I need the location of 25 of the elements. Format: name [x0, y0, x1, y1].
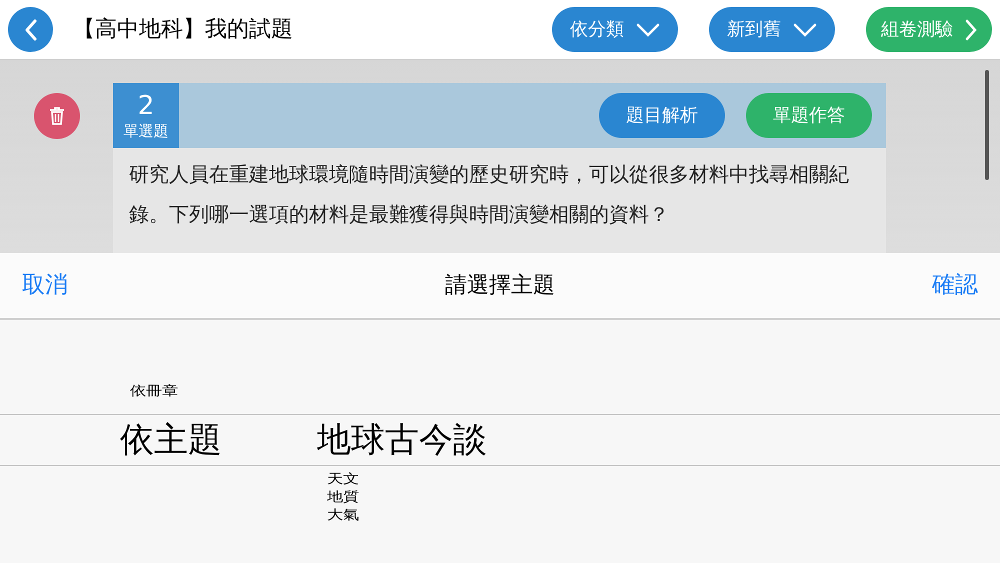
analysis-button[interactable]: 題目解析 [599, 93, 725, 138]
trash-icon [48, 107, 64, 125]
question-type: 單選題 [124, 120, 168, 140]
question-text: 研究人員在重建地球環境隨時間演變的歷史研究時，可以從很多材料中找尋相關紀錄。下列哪一選項的材料是最難獲得與時間演變相關的資料？ [129, 161, 850, 228]
cancel-button[interactable]: 取消 [22, 268, 68, 303]
question-number: 2 [138, 90, 154, 120]
picker-title: 請選擇主題 [444, 272, 556, 300]
picker-option[interactable]: 地球古今談 [317, 418, 487, 462]
picker-option[interactable]: 大氣 [327, 508, 359, 522]
sort-dropdown[interactable]: 依分類 [552, 7, 678, 52]
chevron-down-icon [636, 22, 660, 36]
back-button[interactable] [8, 7, 53, 52]
picker-option[interactable]: 天文 [327, 472, 359, 486]
picker-option[interactable]: 地質 [327, 490, 359, 504]
confirm-button[interactable]: 確認 [932, 268, 978, 303]
test-button[interactable]: 組卷測驗 [866, 7, 992, 52]
sort-dropdown[interactable]: 新到舊 [709, 7, 835, 52]
chevron-left-icon [22, 18, 38, 42]
chevron-down-icon [793, 22, 817, 36]
delete-button[interactable] [34, 93, 80, 139]
chevron-right-icon [965, 18, 977, 40]
picker-option[interactable]: 依主題 [120, 418, 222, 462]
answer-button[interactable]: 單題作答 [746, 93, 872, 138]
page-title: 【高中地科】我的試題 [73, 16, 294, 44]
picker-option[interactable]: 依冊章 [130, 384, 178, 398]
